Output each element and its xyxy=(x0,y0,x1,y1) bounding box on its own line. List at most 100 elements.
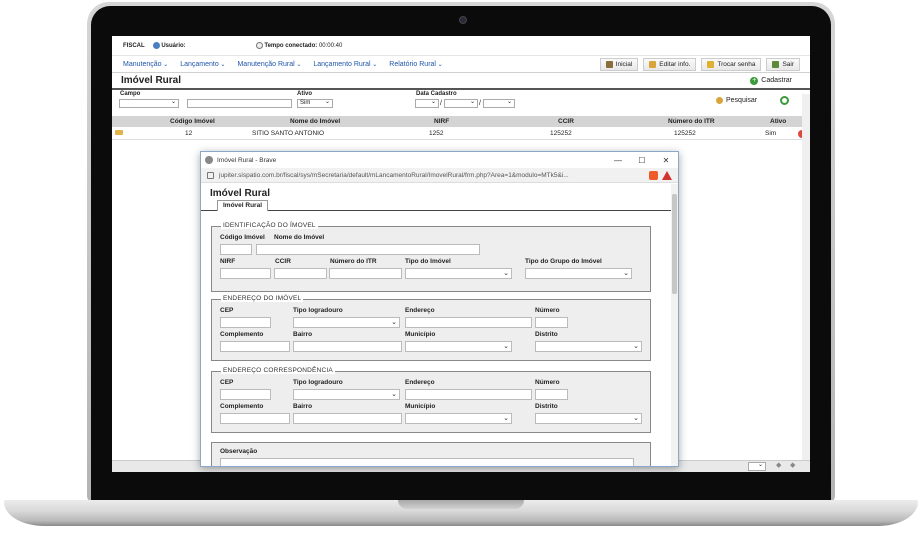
col-nome[interactable]: Nome do Imóvel xyxy=(290,118,340,125)
page-size-select[interactable] xyxy=(748,462,766,471)
page-title: Imóvel Rural xyxy=(121,75,182,86)
codigo-imovel-input[interactable] xyxy=(220,244,252,255)
corr-distrito-select[interactable] xyxy=(535,413,642,424)
tipo-imovel-select[interactable] xyxy=(405,268,512,279)
endereco-input[interactable] xyxy=(405,317,532,328)
scrollbar-thumb[interactable] xyxy=(672,194,677,294)
camera-icon xyxy=(459,16,467,24)
corr-bairro-input[interactable] xyxy=(293,413,402,424)
campo-select[interactable] xyxy=(119,99,179,108)
exit-icon xyxy=(772,60,780,68)
fieldset-observacao: Observação xyxy=(211,442,651,466)
table-header: Código Imóvel Nome do Imóvel NIRF CCIR N… xyxy=(112,116,810,127)
search-button[interactable]: Pesquisar xyxy=(716,97,757,104)
home-button[interactable]: Inicial xyxy=(599,57,639,71)
ativo-select[interactable]: Sim xyxy=(297,99,333,108)
observacao-label: Observação xyxy=(220,448,258,455)
data-cadastro-label: Data Cadastro xyxy=(416,91,457,97)
time-label: Tempo conectado: xyxy=(264,43,318,50)
popup-scrollbar[interactable] xyxy=(671,184,678,466)
distrito-select[interactable] xyxy=(535,341,642,352)
col-itr[interactable]: Número do ITR xyxy=(668,118,715,125)
corr-municipio-select[interactable] xyxy=(405,413,512,424)
user-label: Usuário: xyxy=(161,43,186,50)
month-select[interactable] xyxy=(444,99,478,108)
legend-identificacao: IDENTIFICAÇÃO DO ÍMOVEL xyxy=(221,222,318,229)
folder-icon[interactable] xyxy=(115,130,123,135)
laptop-notch xyxy=(398,500,524,509)
menu-manutencao[interactable]: Manutenção xyxy=(123,61,168,68)
refresh-icon[interactable] xyxy=(780,96,789,105)
observacao-textarea[interactable] xyxy=(220,458,634,466)
popup-window-title: Imóvel Rural - Brave xyxy=(217,156,277,164)
menu-lancamento-rural[interactable]: Lançamento Rural xyxy=(313,61,377,68)
cep-input[interactable] xyxy=(220,317,271,328)
plus-icon: + xyxy=(750,76,759,85)
filter-bar: Campo Ativo Sim Data Cadastro / / Pesqui… xyxy=(112,90,810,112)
url-text: jupiter.sispatio.com.br/fiscal/sys/mSecr… xyxy=(219,171,569,179)
col-ativo[interactable]: Ativo xyxy=(770,118,786,125)
col-ccir[interactable]: CCIR xyxy=(558,118,574,125)
laptop-frame: FISCAL Usuário: Tempo conectado: 00:00:4… xyxy=(0,0,922,537)
brave-rewards-icon[interactable] xyxy=(662,170,672,180)
fieldset-correspondencia: ENDEREÇO CORRESPONDÊNCIA CEP Tipo lograd… xyxy=(211,367,651,433)
popup-content: Imóvel Rural Imóvel Rural IDENTIFICAÇÃO … xyxy=(201,184,671,466)
corr-cep-input[interactable] xyxy=(220,389,271,400)
year-select[interactable] xyxy=(483,99,515,108)
corr-numero-input[interactable] xyxy=(535,389,568,400)
table-row[interactable]: 12 SITIO SANTO ANTONIO 1252 125252 12525… xyxy=(112,128,810,140)
brave-shield-icon[interactable] xyxy=(649,170,658,180)
popup-title: Imóvel Rural xyxy=(210,188,271,199)
menu-lancamento[interactable]: Lançamento xyxy=(180,61,225,68)
lock-icon xyxy=(207,171,214,179)
numero-input[interactable] xyxy=(535,317,568,328)
key-icon xyxy=(707,60,715,68)
prev-page-icon[interactable]: ◆ xyxy=(776,461,781,469)
corr-endereco-input[interactable] xyxy=(405,389,532,400)
day-select[interactable] xyxy=(415,99,439,108)
legend-correspondencia: ENDEREÇO CORRESPONDÊNCIA xyxy=(221,367,335,374)
legend-endereco: ENDEREÇO DO IMÓVEL xyxy=(221,295,304,302)
user-icon xyxy=(152,41,160,49)
top-status-bar: FISCAL Usuário: Tempo conectado: 00:00:4… xyxy=(112,36,810,56)
bairro-input[interactable] xyxy=(293,341,402,352)
corr-complemento-input[interactable] xyxy=(220,413,290,424)
search-icon xyxy=(716,97,723,104)
tipo-logradouro-select[interactable] xyxy=(293,317,400,328)
fieldset-endereco: ENDEREÇO DO IMÓVEL CEP Tipo logradouro E… xyxy=(211,295,651,361)
menu-relatorio-rural[interactable]: Relatório Rural xyxy=(389,61,442,68)
maximize-icon[interactable]: ☐ xyxy=(630,156,654,165)
tipo-grupo-select[interactable] xyxy=(525,268,632,279)
page-scrollbar[interactable] xyxy=(802,94,810,460)
campo-label: Campo xyxy=(120,91,141,97)
ccir-input[interactable] xyxy=(274,268,327,279)
ativo-label: Ativo xyxy=(297,91,312,97)
tab-imovel-rural[interactable]: Imóvel Rural xyxy=(217,200,269,211)
close-icon[interactable]: ✕ xyxy=(654,156,678,165)
browser-icon xyxy=(205,156,213,164)
module-name: FISCAL xyxy=(123,42,145,49)
clock-icon xyxy=(255,41,263,49)
app-screen: FISCAL Usuário: Tempo conectado: 00:00:4… xyxy=(112,36,810,472)
municipio-select[interactable] xyxy=(405,341,512,352)
fieldset-identificacao: IDENTIFICAÇÃO DO ÍMOVEL Código Imóvel No… xyxy=(211,222,651,292)
corr-tipo-logradouro-select[interactable] xyxy=(293,389,400,400)
col-nirf[interactable]: NIRF xyxy=(434,118,449,125)
page-header: Imóvel Rural + Cadastrar xyxy=(112,73,810,90)
nome-imovel-input[interactable] xyxy=(256,244,480,255)
pencil-icon xyxy=(649,60,657,68)
numero-itr-input[interactable] xyxy=(329,268,402,279)
home-icon xyxy=(605,60,613,68)
col-codigo[interactable]: Código Imóvel xyxy=(170,118,215,125)
minimize-icon[interactable]: — xyxy=(606,156,630,165)
campo-search-input[interactable] xyxy=(187,99,292,108)
change-password-button[interactable]: Trocar senha xyxy=(701,57,762,71)
menu-manutencao-rural[interactable]: Manutenção Rural xyxy=(237,61,301,68)
cadastrar-button[interactable]: + Cadastrar xyxy=(750,76,792,85)
edit-info-button[interactable]: Editar info. xyxy=(643,57,697,71)
nirf-input[interactable] xyxy=(220,268,271,279)
logout-button[interactable]: Sair xyxy=(766,57,800,71)
next-page-icon[interactable]: ◆ xyxy=(790,461,795,469)
complemento-input[interactable] xyxy=(220,341,290,352)
url-bar[interactable]: jupiter.sispatio.com.br/fiscal/sys/mSecr… xyxy=(201,168,678,183)
